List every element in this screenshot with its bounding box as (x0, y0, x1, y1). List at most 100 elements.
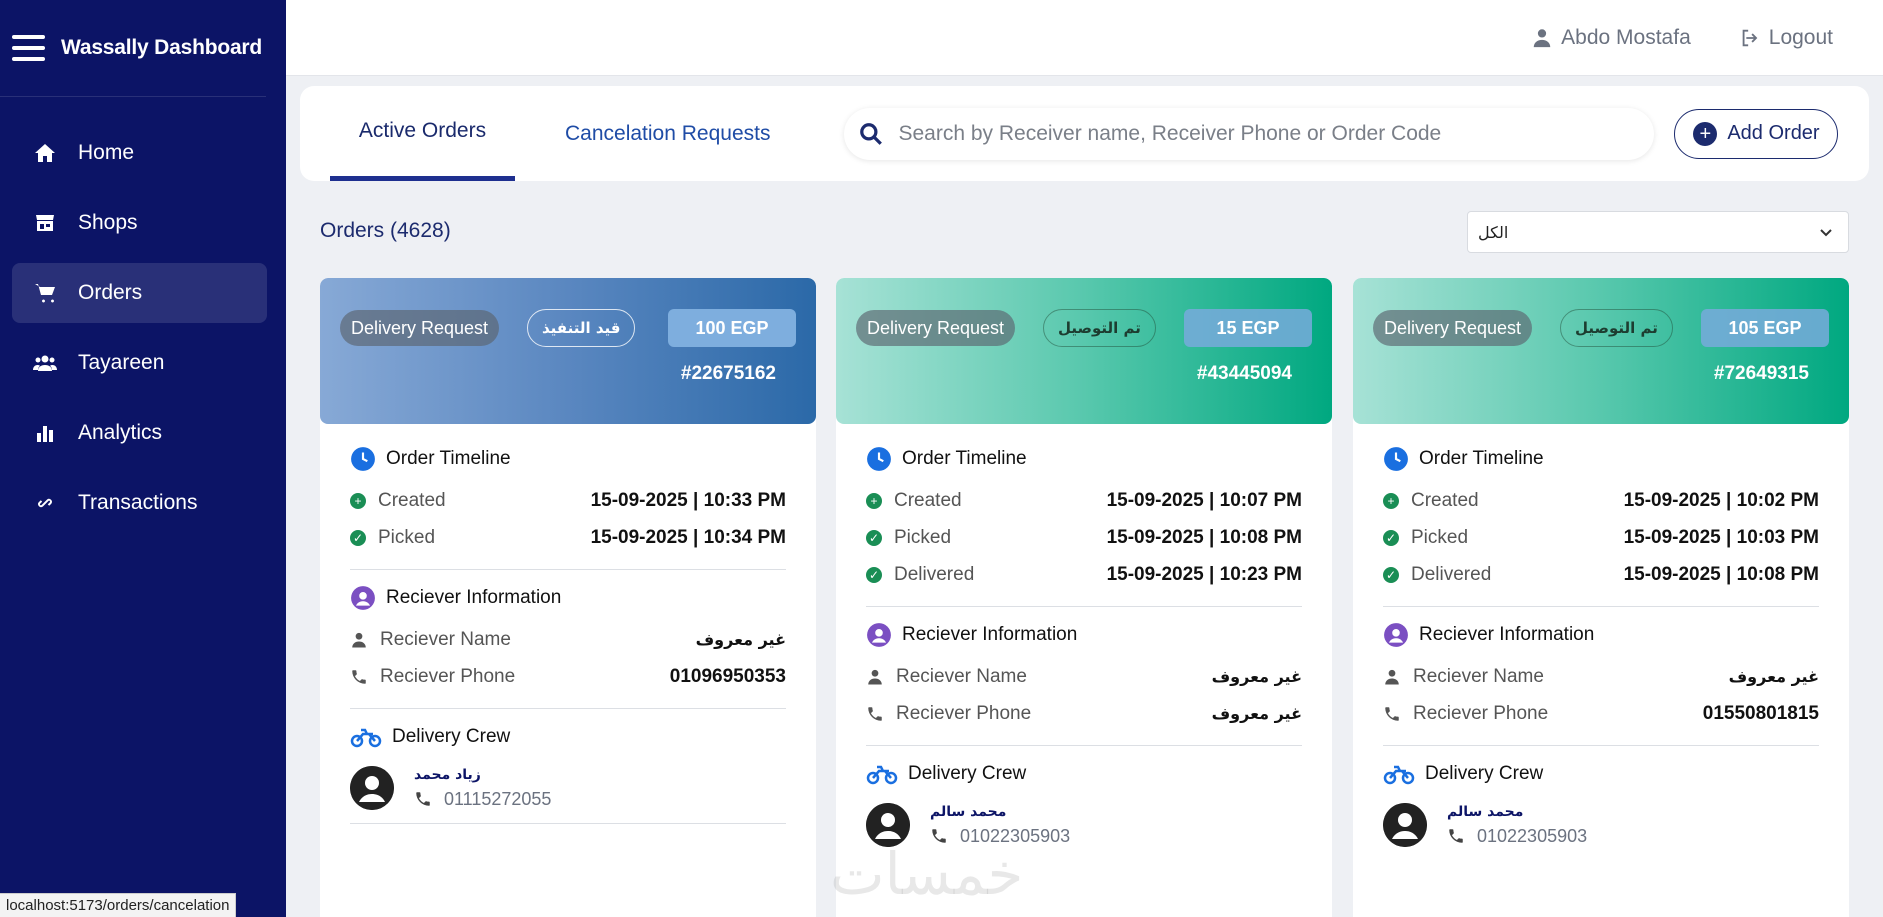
timeline-row: + Created 15-09-2025 | 10:07 PM (866, 482, 1302, 519)
check-circle-icon: ✓ (866, 566, 882, 583)
receiver-phone-row: Reciever Phone غير معروف (866, 695, 1302, 732)
sidebar-nav: Home Shops Orders Tayareen Analytics Tra… (0, 123, 286, 533)
clock-icon (350, 446, 376, 472)
order-card-header: Delivery Request قيد التنفيذ 100 EGP #22… (320, 278, 816, 424)
divider (866, 745, 1302, 746)
order-code: #43445094 (1196, 363, 1292, 384)
phone-icon (866, 705, 884, 723)
timeline-row: + Created 15-09-2025 | 10:02 PM (1383, 482, 1819, 519)
avatar (866, 803, 910, 847)
divider (1383, 745, 1819, 746)
avatar (350, 766, 394, 810)
person-icon (350, 631, 368, 649)
search-box (844, 107, 1655, 160)
add-order-button[interactable]: + Add Order (1674, 108, 1839, 159)
crew-phone: 01022305903 (1477, 825, 1588, 846)
crew-member: محمد سالم 01022305903 (866, 803, 1302, 847)
order-status-badge: تم التوصيل (1560, 309, 1673, 347)
sidebar-item-label: Orders (78, 281, 143, 304)
crew-heading: Delivery Crew (350, 722, 786, 752)
sidebar-item-label: Transactions (78, 491, 198, 514)
user-circle-icon (866, 622, 892, 648)
crew-heading: Delivery Crew (1383, 759, 1819, 789)
divider (350, 569, 786, 570)
timeline-row: ✓ Picked 15-09-2025 | 10:03 PM (1383, 519, 1819, 556)
order-type-badge: Delivery Request (856, 310, 1016, 346)
motorcycle-icon (866, 761, 898, 787)
cart-icon (32, 280, 58, 306)
sidebar-item-label: Tayareen (78, 351, 165, 374)
tab-cancelation-requests[interactable]: Cancelation Requests (565, 86, 770, 181)
phone-icon (350, 668, 368, 686)
crew-phone: 01115272055 (444, 788, 552, 809)
motorcycle-icon (350, 724, 382, 750)
home-icon (32, 140, 58, 166)
order-code: #22675162 (680, 363, 776, 384)
store-icon (32, 210, 58, 236)
phone-icon (932, 829, 946, 843)
status-filter-select[interactable]: الكل (1467, 211, 1849, 253)
order-type-badge: Delivery Request (340, 310, 500, 346)
phone-icon (416, 792, 430, 806)
sidebar-item-analytics[interactable]: Analytics (12, 403, 267, 463)
user-circle-icon (350, 585, 376, 611)
timeline-heading: Order Timeline (866, 444, 1302, 474)
check-circle-icon: ✓ (1383, 529, 1399, 546)
search-input[interactable] (898, 121, 1599, 146)
receiver-phone-row: Reciever Phone 01550801815 (1383, 695, 1819, 732)
user-circle-icon (1383, 622, 1409, 648)
sidebar-item-shops[interactable]: Shops (12, 193, 267, 253)
receiver-name-row: Reciever Name غير معروف (350, 621, 786, 658)
phone-icon (1383, 705, 1401, 723)
sidebar-item-home[interactable]: Home (12, 123, 267, 183)
timeline-row: ✓ Picked 15-09-2025 | 10:08 PM (866, 519, 1302, 556)
order-price-badge: 100 EGP (668, 309, 796, 347)
brand-title: Wassally Dashboard (61, 36, 263, 59)
timeline-row: + Created 15-09-2025 | 10:33 PM (350, 482, 786, 519)
timeline-heading: Order Timeline (350, 444, 786, 474)
sidebar-item-label: Analytics (78, 421, 163, 444)
logout-icon (1742, 29, 1758, 46)
receiver-name-row: Reciever Name غير معروف (1383, 658, 1819, 695)
order-card-header: Delivery Request تم التوصيل 105 EGP #726… (1353, 278, 1849, 424)
hamburger-menu-icon[interactable] (12, 35, 45, 61)
sidebar-item-label: Shops (78, 211, 138, 234)
order-card[interactable]: Delivery Request تم التوصيل 105 EGP #726… (1353, 278, 1849, 917)
sidebar-item-label: Home (78, 141, 135, 164)
person-icon (1383, 668, 1401, 686)
sidebar: Wassally Dashboard Home Shops Orders Tay… (0, 0, 286, 917)
users-icon (32, 350, 58, 376)
sidebar-item-orders[interactable]: Orders (12, 263, 267, 323)
timeline-row: ✓ Delivered 15-09-2025 | 10:08 PM (1383, 556, 1819, 593)
user-menu[interactable]: Abdo Mostafa (1531, 26, 1691, 50)
receiver-heading: Reciever Information (866, 620, 1302, 650)
tab-active-orders[interactable]: Active Orders (330, 86, 515, 181)
order-card[interactable]: Delivery Request قيد التنفيذ 100 EGP #22… (320, 278, 816, 917)
plus-icon: + (1693, 121, 1718, 146)
crew-name: محمد سالم (1447, 803, 1524, 820)
sidebar-item-transactions[interactable]: Transactions (12, 473, 267, 533)
timeline-heading: Order Timeline (1383, 444, 1819, 474)
logout-label: Logout (1768, 25, 1833, 49)
sidebar-item-tayareen[interactable]: Tayareen (12, 333, 267, 393)
order-code: #72649315 (1713, 363, 1809, 384)
crew-member: زياد محمد 01115272055 (350, 766, 786, 810)
order-card[interactable]: Delivery Request تم التوصيل 15 EGP #4344… (836, 278, 1332, 917)
search-icon (860, 122, 883, 145)
crew-heading: Delivery Crew (866, 759, 1302, 789)
logout-button[interactable]: Logout (1739, 26, 1833, 50)
plus-circle-icon: + (866, 492, 882, 509)
order-card-header: Delivery Request تم التوصيل 15 EGP #4344… (836, 278, 1332, 424)
avatar (1383, 803, 1427, 847)
filter-selected-value: الكل (1478, 222, 1509, 242)
receiver-phone-row: Reciever Phone 01096950353 (350, 658, 786, 695)
order-price-badge: 15 EGP (1184, 309, 1312, 347)
add-order-label: Add Order (1727, 122, 1820, 144)
clock-icon (866, 446, 892, 472)
user-icon (1533, 28, 1551, 47)
divider (350, 708, 786, 709)
orders-count: Orders (4628) (320, 219, 451, 242)
divider (866, 606, 1302, 607)
crew-name: محمد سالم (930, 803, 1007, 820)
orders-toolbar: Active Orders Cancelation Requests + Add… (300, 86, 1869, 181)
